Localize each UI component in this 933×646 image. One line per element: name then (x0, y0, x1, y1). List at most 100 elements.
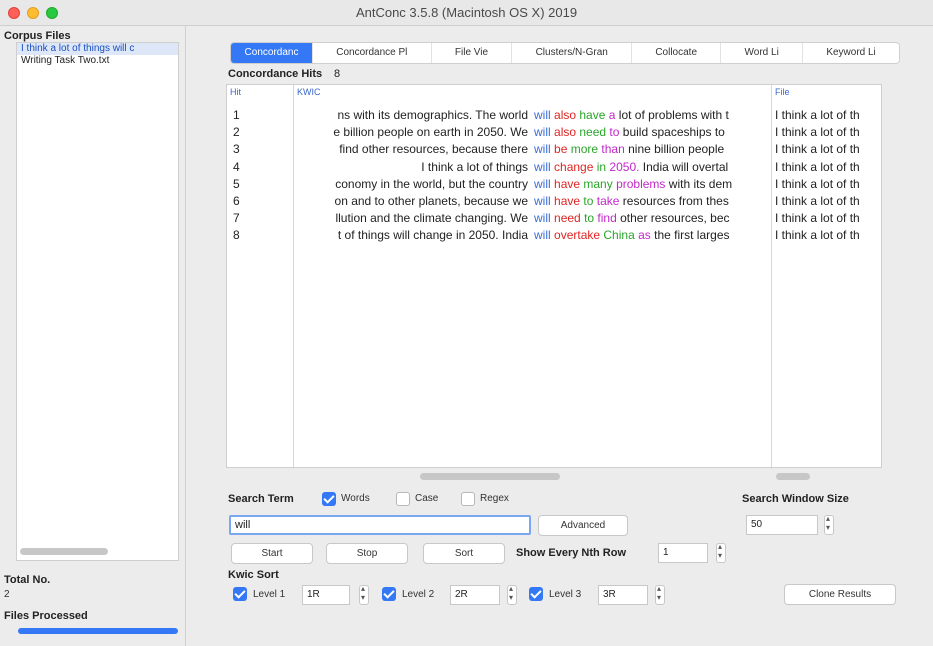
collocate-2-text: need (579, 125, 607, 140)
level2-input[interactable]: 2R (450, 585, 500, 605)
hit-number-cell: 3 (233, 142, 240, 157)
collocate-3-text: take (596, 194, 620, 208)
nth-row-input[interactable]: 1 (658, 543, 708, 563)
collocate-1-text: also (554, 125, 577, 140)
corpus-list-scrollbar[interactable] (20, 548, 108, 555)
left-context-text: ns with its demographics. The world (337, 108, 528, 122)
keyword-text: will (534, 228, 551, 243)
show-every-nth-row-label: Show Every Nth Row (516, 547, 627, 559)
kwic-scrollbar[interactable] (420, 473, 560, 480)
words-label: Words (341, 493, 370, 504)
search-term-input[interactable]: will (229, 515, 531, 535)
concordance-hits-count: 8 (334, 68, 341, 80)
left-context-text: conomy in the world, but the country (335, 176, 528, 191)
tool-panel: Concordanc Concordance Pl File Vie Clust… (186, 26, 933, 646)
keyword-text: will (534, 142, 551, 157)
right-context-cell: will overtake China as the first larges (534, 227, 770, 244)
nth-row-stepper[interactable] (716, 542, 726, 563)
left-context-cell: llution and the climate changing. We (294, 210, 532, 227)
search-window-size-input[interactable]: 50 (746, 515, 818, 535)
level2-stepper[interactable] (507, 584, 517, 605)
search-window-size-label: Search Window Size (742, 493, 849, 505)
case-checkbox[interactable] (396, 492, 410, 506)
tab-clusters[interactable]: Clusters/N-Gran (512, 43, 633, 63)
table-row[interactable]: 5 conomy in the world, but the country wil… (227, 176, 883, 193)
level3-input[interactable]: 3R (598, 585, 648, 605)
file-scrollbar[interactable] (776, 473, 810, 480)
corpus-file-item[interactable]: Writing Task Two.txt (17, 55, 178, 67)
collocate-1-text: have (554, 176, 581, 191)
tab-word-list[interactable]: Word Li (721, 43, 804, 63)
hit-number-cell: 5 (233, 176, 240, 191)
start-button[interactable]: Start (231, 543, 313, 564)
tab-file-view[interactable]: File Vie (432, 43, 513, 63)
tab-concordance[interactable]: Concordanc (231, 43, 313, 63)
right-context-text: resources from thes (622, 194, 729, 208)
right-context-text: build spaceships to (622, 125, 725, 140)
table-row[interactable]: 6 on and to other planets, because we will… (227, 193, 883, 210)
level1-label: Level 1 (253, 589, 286, 600)
level2-label: Level 2 (402, 589, 435, 600)
keyword-text: will (534, 108, 551, 122)
table-row[interactable]: 1 ns with its demographics. The world will… (227, 107, 883, 124)
concordance-results-table[interactable]: Hit KWIC File 1 ns with its demographics.… (226, 84, 883, 469)
words-checkbox[interactable] (322, 492, 336, 506)
table-row[interactable]: 8 t of things will change in 2050. India w… (227, 227, 883, 244)
level1-checkbox[interactable] (233, 587, 247, 601)
hit-number-cell: 8 (233, 228, 240, 243)
right-context-text: the first larges (654, 228, 730, 243)
collocate-2-text: China (603, 228, 635, 243)
collocate-1-text: have (554, 194, 581, 208)
level2-checkbox[interactable] (382, 587, 396, 601)
column-header-file[interactable]: File (771, 85, 883, 99)
left-context-text: on and to other planets, because we (334, 194, 528, 208)
right-context-cell: will also need to build spaceships to (534, 124, 770, 141)
corpus-files-list[interactable]: I think a lot of things will c Writing T… (16, 42, 179, 561)
right-context-cell: will have to take resources from thes (534, 193, 770, 210)
level3-checkbox[interactable] (529, 587, 543, 601)
title-bar: AntConc 3.5.8 (Macintosh OS X) 2019 (0, 0, 933, 26)
table-row[interactable]: 4 I think a lot of things will change in 2… (227, 159, 883, 176)
corpus-file-item[interactable]: I think a lot of things will c (17, 43, 178, 55)
stop-button[interactable]: Stop (326, 543, 408, 564)
regex-checkbox[interactable] (461, 492, 475, 506)
level3-label: Level 3 (549, 589, 582, 600)
file-cell: I think a lot of th (775, 108, 860, 122)
tab-collocates[interactable]: Collocate (632, 43, 722, 63)
collocate-3-text: 2050. (609, 159, 640, 174)
keyword-text: will (534, 194, 551, 208)
collocate-1-text: need (554, 211, 581, 226)
main-window: Corpus Files I think a lot of things wil… (0, 26, 933, 646)
search-window-size-stepper[interactable] (824, 514, 834, 535)
sort-button[interactable]: Sort (423, 543, 505, 564)
collocate-3-text: find (597, 211, 617, 226)
right-context-text: with its dem (668, 176, 733, 191)
collocate-1-text: change (554, 159, 594, 174)
file-cell: I think a lot of th (775, 125, 860, 140)
level1-input[interactable]: 1R (302, 585, 350, 605)
concordance-hits-label: Concordance Hits (228, 68, 323, 80)
level3-stepper[interactable] (655, 584, 665, 605)
collocate-3-text: to (609, 125, 620, 140)
column-header-hit[interactable]: Hit (227, 85, 293, 99)
right-context-text: nine billion people (628, 142, 725, 157)
hit-number-cell: 7 (233, 211, 240, 226)
table-row[interactable]: 3 find other resources, because there will… (227, 141, 883, 158)
collocate-2-text: to (583, 194, 594, 208)
files-processed-progress-bar (18, 628, 178, 634)
column-header-kwic[interactable]: KWIC (293, 85, 771, 99)
advanced-button[interactable]: Advanced (538, 515, 628, 536)
tab-concordance-plot[interactable]: Concordance Pl (313, 43, 432, 63)
files-processed-label: Files Processed (4, 610, 88, 622)
clone-results-button[interactable]: Clone Results (784, 584, 896, 605)
level1-stepper[interactable] (359, 584, 369, 605)
file-cell: I think a lot of th (775, 176, 860, 191)
tab-keyword-list[interactable]: Keyword Li (803, 43, 899, 63)
keyword-text: will (534, 211, 551, 226)
total-no-value: 2 (4, 589, 10, 600)
table-row[interactable]: 7 llution and the climate changing. We wil… (227, 210, 883, 227)
right-context-cell: will change in 2050. India will overtal (534, 159, 770, 176)
keyword-text: will (534, 125, 551, 140)
table-row[interactable]: 2 e billion people on earth in 2050. We wi… (227, 124, 883, 141)
left-context-cell: find other resources, because there (294, 141, 532, 158)
